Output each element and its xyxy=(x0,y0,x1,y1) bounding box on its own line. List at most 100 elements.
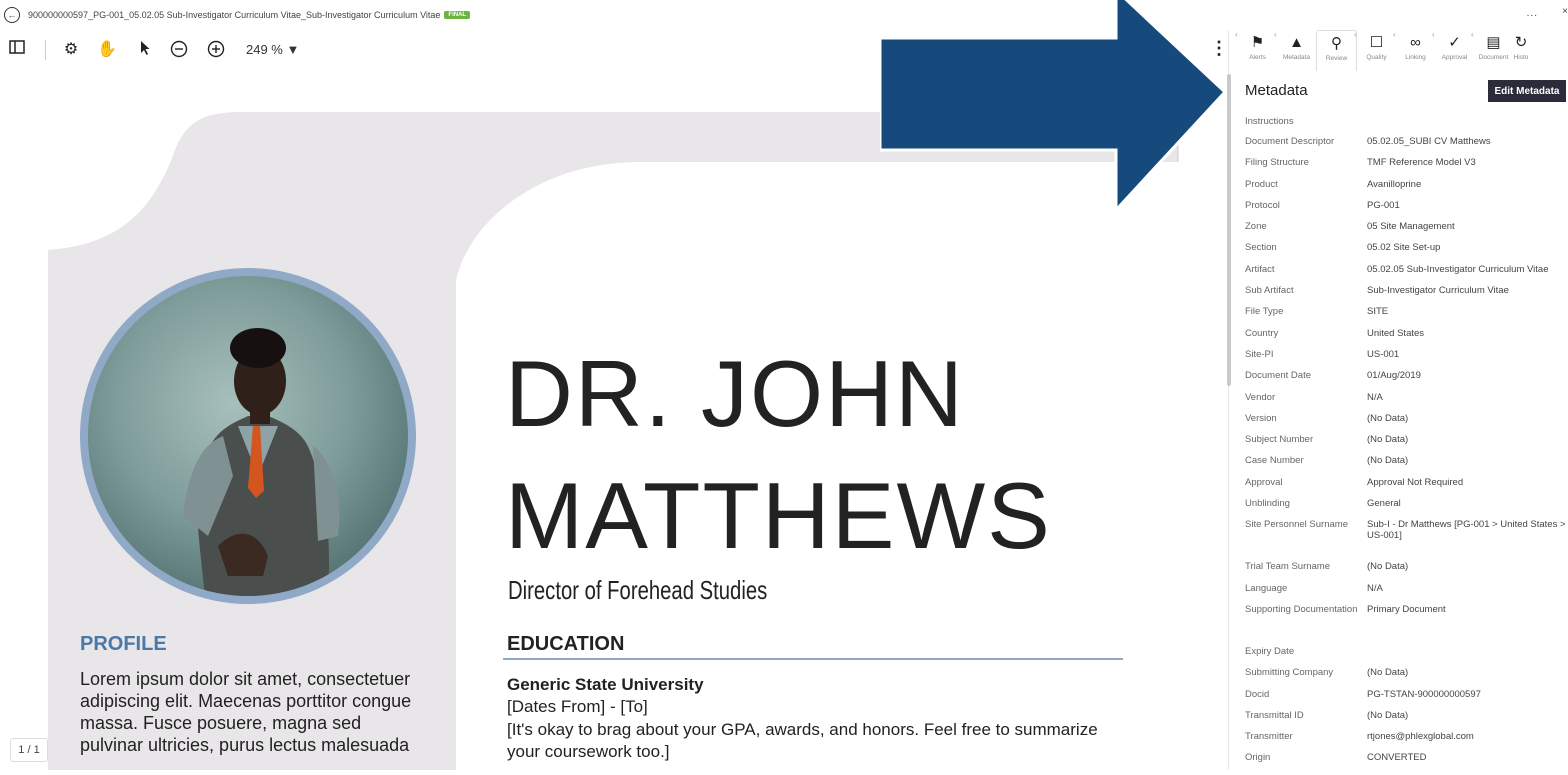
metadata-key: Artifact xyxy=(1245,263,1275,275)
metadata-row: Section 05.02 Site Set-up xyxy=(1245,243,1568,264)
close-icon[interactable]: × xyxy=(1562,6,1568,17)
search-icon: ⚲ xyxy=(1331,35,1342,52)
metadata-key: Docid xyxy=(1245,688,1270,700)
metadata-value: 05.02.05 Sub-Investigator Curriculum Vit… xyxy=(1367,263,1549,275)
metadata-value: General xyxy=(1367,498,1401,510)
metadata-row: Vendor N/A xyxy=(1245,391,1568,414)
tab-alerts[interactable]: ‹ ⚑ Alerts xyxy=(1235,30,1277,70)
link-icon: ∞ xyxy=(1410,34,1421,51)
metadata-row: Site-PI US-001 xyxy=(1245,348,1568,371)
tab-quality[interactable]: ‹ ☐ Quality xyxy=(1354,30,1396,70)
education-description: [It's okay to brag about your GPA, award… xyxy=(507,720,1098,761)
tab-metadata[interactable]: ‹ ▲ Metadata xyxy=(1274,30,1316,70)
zoom-in-icon[interactable] xyxy=(205,40,227,64)
metadata-row: Product Avanilloprine xyxy=(1245,178,1568,201)
metadata-key: Submitting Company xyxy=(1245,667,1334,679)
zoom-level-dropdown[interactable]: 249 % ▼ xyxy=(246,42,299,57)
flag-icon: ⚑ xyxy=(1250,34,1265,51)
tab-review[interactable]: ⚲ Review xyxy=(1316,30,1357,71)
metadata-value: PG-TSTAN-900000000597 xyxy=(1367,688,1481,700)
zoom-out-icon[interactable] xyxy=(168,40,190,64)
metadata-value: N/A xyxy=(1367,391,1383,403)
metadata-value: Sub-I - Dr Matthews [PG-001 > United Sta… xyxy=(1367,519,1566,541)
settings-gear-icon[interactable]: ⚙ xyxy=(60,40,82,60)
metadata-key: Case Number xyxy=(1245,455,1304,467)
back-arrow-icon[interactable]: ← xyxy=(4,7,20,23)
title-bar: ← 900000000597_PG-001_05.02.05 Sub-Inves… xyxy=(0,0,1568,30)
metadata-key: Document Descriptor xyxy=(1245,136,1335,147)
metadata-value: CONVERTED xyxy=(1367,752,1427,764)
metadata-key: Transmitter xyxy=(1245,731,1293,743)
tab-approval[interactable]: ‹ ✓ Approval xyxy=(1432,30,1474,70)
check-icon: ✓ xyxy=(1448,34,1461,51)
metadata-value: SITE xyxy=(1367,306,1389,318)
metadata-value: (No Data) xyxy=(1367,412,1409,424)
metadata-key: Subject Number xyxy=(1245,434,1314,446)
metadata-fields: Document Descriptor 05.02.05_SUBI CV Matt… xyxy=(1245,136,1568,775)
metadata-key: Unblinding xyxy=(1245,498,1290,510)
metadata-value: US-001 xyxy=(1367,348,1400,360)
page-indicator: 1 / 1 xyxy=(10,738,48,762)
metadata-key: Expiry Date xyxy=(1245,645,1295,657)
tab-document[interactable]: ‹ ▤ Document xyxy=(1471,30,1513,70)
metadata-key: Product xyxy=(1245,178,1278,190)
metadata-row: Language N/A xyxy=(1245,583,1568,605)
metadata-value: 05.02.05_SUBI CV Matthews xyxy=(1367,136,1491,147)
metadata-row: Approval Approval Not Required xyxy=(1245,476,1568,499)
metadata-row: Country United States xyxy=(1245,327,1568,350)
metadata-value: 05.02 Site Set-up xyxy=(1367,242,1441,254)
metadata-key: Country xyxy=(1245,327,1279,339)
metadata-row: Trial Team Surname (No Data) xyxy=(1245,562,1568,583)
metadata-row: Sub Artifact Sub-Investigator Curriculum … xyxy=(1245,285,1568,307)
metadata-row: File Type SITE xyxy=(1245,307,1568,328)
metadata-key: Document Date xyxy=(1245,370,1312,382)
more-options-icon[interactable]: ... xyxy=(1527,8,1538,19)
annotation-arrow xyxy=(880,0,1225,210)
metadata-key: Transmittal ID xyxy=(1245,709,1304,721)
metadata-value: United States xyxy=(1367,327,1425,339)
tab-history[interactable]: ‹↻Histo xyxy=(1513,30,1529,70)
pan-hand-icon[interactable]: ✋ xyxy=(96,40,118,60)
metadata-row: Submitting Company (No Data) xyxy=(1245,667,1568,689)
profile-photo xyxy=(88,276,408,596)
metadata-row: Artifact 05.02.05 Sub-Investigator Curric… xyxy=(1245,263,1568,286)
metadata-value: (No Data) xyxy=(1367,455,1409,467)
select-pointer-icon[interactable] xyxy=(134,40,156,62)
name-heading-line1: DR. JOHN xyxy=(505,341,965,446)
metadata-value: (No Data) xyxy=(1367,561,1409,573)
edit-metadata-button[interactable]: Edit Metadata xyxy=(1488,80,1566,102)
question-box-icon: ☐ xyxy=(1369,34,1384,51)
metadata-key: Protocol xyxy=(1245,199,1280,211)
tab-linking[interactable]: ‹ ∞ Linking xyxy=(1393,30,1435,70)
metadata-key: Filing Structure xyxy=(1245,157,1309,169)
metadata-value: rtjones@phlexglobal.com xyxy=(1367,731,1474,743)
viewer-scrollbar[interactable] xyxy=(1227,74,1231,386)
metadata-row: Document Descriptor 05.02.05_SUBI CV Matt… xyxy=(1245,136,1568,158)
metadata-key: Approval xyxy=(1245,476,1283,488)
metadata-value: (No Data) xyxy=(1367,667,1409,679)
education-dates: [Dates From] - [To] xyxy=(507,697,648,716)
sidebar-toggle-icon[interactable] xyxy=(6,40,28,60)
tag-icon: ▲ xyxy=(1289,34,1304,51)
metadata-key: Supporting Documentation xyxy=(1245,603,1358,615)
metadata-value: TMF Reference Model V3 xyxy=(1367,157,1476,169)
metadata-row: Zone 05 Site Management xyxy=(1245,221,1568,243)
metadata-row: Document Date 01/Aug/2019 xyxy=(1245,370,1568,392)
metadata-row: Docid PG-TSTAN-900000000597 xyxy=(1245,688,1568,711)
metadata-row: Version (No Data) xyxy=(1245,412,1568,435)
metadata-value: 05 Site Management xyxy=(1367,221,1455,233)
panel-title: Metadata xyxy=(1245,82,1308,99)
metadata-key: Trial Team Surname xyxy=(1245,561,1331,573)
status-badge: FINAL xyxy=(444,11,471,19)
education-heading: EDUCATION xyxy=(507,633,625,655)
education-divider xyxy=(503,658,1123,660)
metadata-row: Site Personnel Surname Sub-I - Dr Matthew… xyxy=(1245,520,1568,562)
metadata-row: Unblinding General xyxy=(1245,498,1568,520)
metadata-value: (No Data) xyxy=(1367,434,1409,446)
name-heading-line2: MATTHEWS xyxy=(505,463,1052,568)
metadata-value: Avanilloprine xyxy=(1367,178,1422,190)
job-title: Director of Forehead Studies xyxy=(508,575,768,605)
metadata-key: Vendor xyxy=(1245,391,1276,403)
metadata-key: Origin xyxy=(1245,752,1271,764)
metadata-value: (No Data) xyxy=(1367,709,1409,721)
